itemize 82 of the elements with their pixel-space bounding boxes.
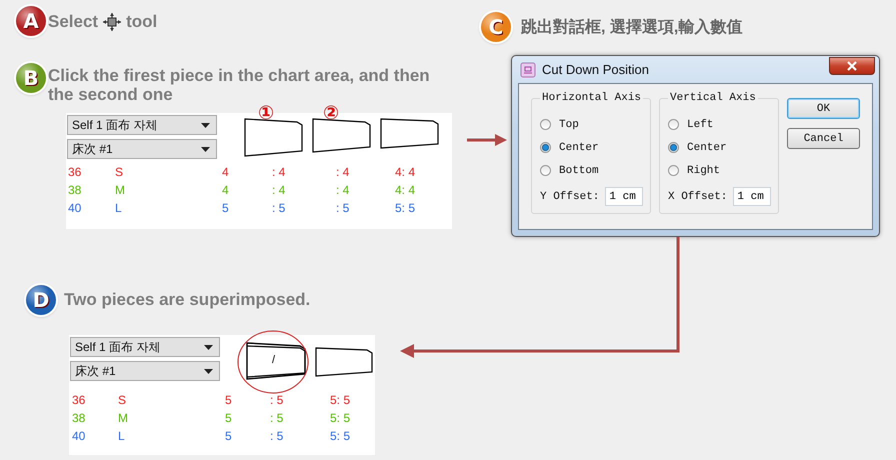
superimposed-pieces-drawing [246, 342, 306, 380]
size-name: L [115, 200, 123, 217]
highlight-circle [237, 330, 309, 394]
size-label: 38 [68, 182, 82, 199]
dropdown[interactable]: 床次 #1 [70, 361, 220, 381]
caret-icon [204, 368, 213, 374]
ratio-text: : 5 [272, 200, 286, 217]
step-badge: B [16, 63, 46, 93]
radio-label: Right [687, 164, 720, 176]
offset-field[interactable]: 1 cm [605, 187, 644, 206]
ratio-text: : 5 [270, 428, 284, 445]
ratio-text: : 4 [272, 182, 286, 199]
size-name: S [115, 164, 124, 181]
close-icon [847, 60, 857, 70]
caret-icon [201, 122, 210, 128]
radio-label: Center [687, 142, 727, 154]
dropdown[interactable]: Self 1 面布 자체 [70, 337, 220, 357]
dropdown[interactable]: Self 1 面布 자체 [67, 115, 217, 135]
size-name: M [115, 182, 126, 199]
close-button[interactable] [829, 56, 875, 74]
step-text: Click the firest piece in the chart area, and then the second one [48, 65, 431, 104]
size-label: 38 [72, 410, 86, 427]
step-badge: A [16, 6, 46, 36]
radio-label: Center [559, 142, 599, 154]
step-text: 跳出對話框, 選擇選項,輸入數值 [520, 17, 742, 38]
step-text: tool [126, 11, 158, 33]
radio-button[interactable] [540, 119, 551, 130]
ratio-text: : 4 [272, 164, 286, 181]
ratio-text: 5 [222, 200, 230, 217]
pattern-piece [312, 118, 371, 153]
radio-label: Left [687, 118, 714, 130]
ratio-text: : 5 [270, 410, 284, 427]
radio-button[interactable] [668, 142, 679, 153]
size-name: S [118, 392, 128, 409]
ratio-text: : 5 [270, 392, 284, 409]
ratio-text: 4 [222, 164, 230, 181]
radio-button[interactable] [540, 142, 551, 153]
ratio-text: 4: 4 [395, 164, 416, 181]
pattern-piece [380, 118, 439, 149]
slash-mark: / [272, 354, 276, 366]
step-badge: C [481, 12, 511, 42]
radio-button[interactable] [540, 165, 551, 176]
ok-button[interactable]: OK [787, 98, 860, 119]
caret-icon [204, 344, 213, 350]
ratio-text: 4 [222, 182, 230, 199]
radio-label: Bottom [559, 164, 599, 176]
ratio-text: : 5 [336, 200, 350, 217]
move-tool-icon [102, 12, 122, 32]
ratio-text: 5: 5 [330, 392, 352, 409]
size-label: 36 [68, 164, 82, 181]
size-name: L [118, 428, 126, 445]
cancel-button[interactable]: Cancel [787, 128, 860, 149]
step-text: Select [48, 11, 98, 33]
arrow [467, 134, 507, 146]
radio-button[interactable] [668, 165, 679, 176]
ratio-text: : 4 [336, 182, 350, 199]
size-label: 40 [72, 428, 86, 445]
callout-number: ② [323, 104, 340, 122]
step-badge: D [26, 285, 56, 315]
size-label: 36 [72, 392, 86, 409]
caret-icon [201, 146, 210, 152]
offset-field[interactable]: 1 cm [733, 187, 772, 206]
step-text: Two pieces are superimposed. [63, 289, 310, 311]
size-name: M [118, 410, 129, 427]
ratio-text: 5 [225, 428, 233, 445]
ratio-text: 4: 4 [395, 182, 416, 199]
ratio-text: 5: 5 [330, 410, 352, 427]
pattern-piece [244, 118, 303, 157]
size-label: 40 [68, 200, 82, 217]
ratio-text: 5: 5 [395, 200, 416, 217]
ratio-text: 5 [225, 410, 233, 427]
app-icon [520, 62, 536, 78]
offset-label: X Offset: [668, 190, 728, 202]
radio-label: Top [559, 118, 579, 130]
offset-label: Y Offset: [540, 190, 600, 202]
dropdown[interactable]: 床次 #1 [67, 139, 217, 159]
ratio-text: 5 [225, 392, 233, 409]
ratio-text: : 4 [336, 164, 350, 181]
callout-number: ① [258, 104, 274, 122]
radio-button[interactable] [668, 119, 679, 130]
ratio-text: 5: 5 [330, 428, 352, 445]
dialog-title: Cut Down Position [542, 62, 650, 77]
